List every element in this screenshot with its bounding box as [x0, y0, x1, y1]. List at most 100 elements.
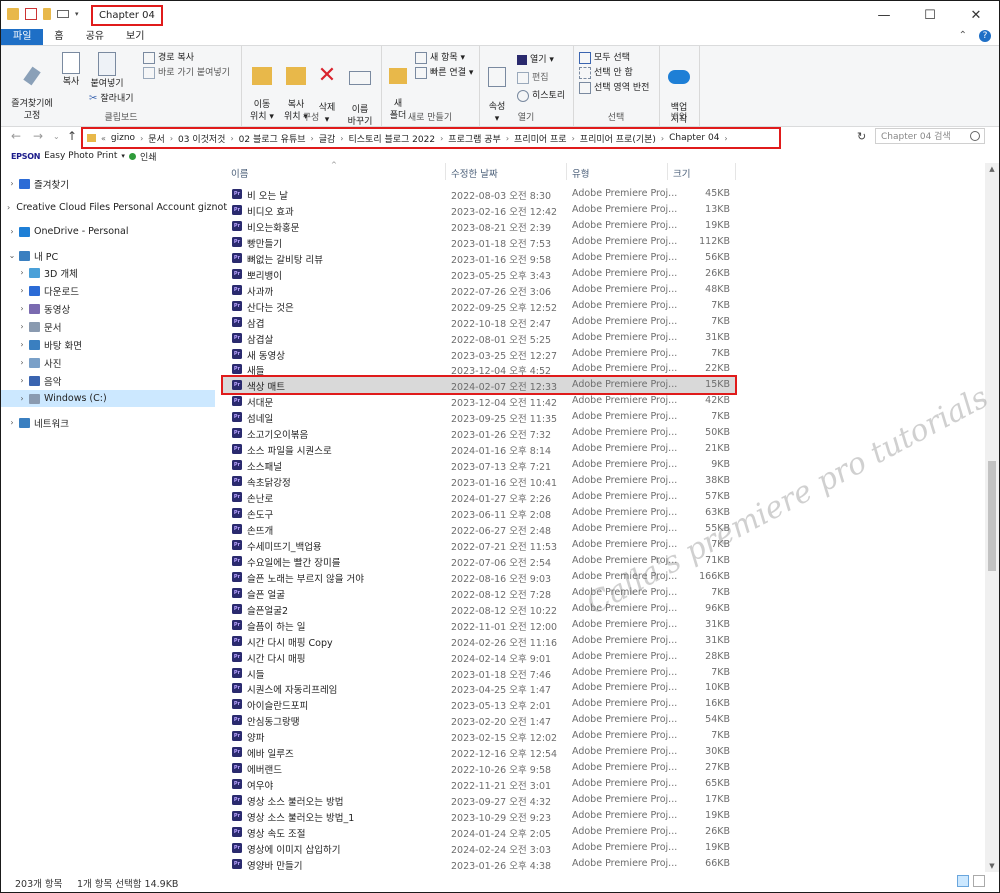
copy-button[interactable]: 복사	[57, 52, 85, 88]
file-row[interactable]: Pr 속초닭강정 2023-01-16 오전 10:41 Adobe Premiere…	[223, 473, 735, 489]
expand-chevron-icon[interactable]: ›	[17, 304, 27, 313]
new-folder-icon[interactable]	[43, 8, 51, 20]
file-row[interactable]: Pr 비오는화홍문 2023-08-21 오전 2:39 Adobe Premiere…	[223, 218, 735, 234]
help-icon[interactable]: ?	[979, 30, 991, 42]
breadcrumb-item[interactable]: 프리미어 프로	[510, 132, 571, 145]
column-divider[interactable]	[667, 163, 668, 180]
scroll-thumb[interactable]	[988, 461, 996, 571]
file-row[interactable]: Pr 시간 다시 매핑 2024-02-14 오후 9:01 Adobe Premie…	[223, 649, 735, 665]
recent-dropdown-icon[interactable]: ⌄	[53, 132, 60, 141]
file-row[interactable]: Pr 슬픈얼굴2 2022-08-12 오전 10:22 Adobe Premiere…	[223, 601, 735, 617]
maximize-button[interactable]: ☐	[907, 1, 953, 29]
file-row[interactable]: Pr 새들 2023-12-04 오후 4:52 Adobe Premiere Pro…	[223, 361, 735, 377]
print-button[interactable]: 인쇄	[140, 150, 157, 163]
edit-button[interactable]: 편집	[517, 72, 549, 84]
select-all-button[interactable]: 모두 선택	[579, 52, 630, 64]
history-button[interactable]: 히스토리	[517, 90, 565, 102]
column-date[interactable]: 수정한 날짜	[451, 166, 498, 180]
expand-chevron-icon[interactable]: ›	[17, 358, 27, 367]
vertical-scrollbar[interactable]: ▲ ▼	[985, 163, 999, 872]
column-name[interactable]: 이름	[231, 166, 248, 180]
address-bar[interactable]: « gizno › 문서 › 03 이것저것 › 02 블로그 유튜브 › 글감 › 티스…	[81, 127, 781, 149]
nav-item[interactable]: › 즐겨찾기	[1, 175, 215, 192]
file-row[interactable]: Pr 새 동영상 2023-03-25 오전 12:27 Adobe Premiere…	[223, 346, 735, 362]
expand-chevron-icon[interactable]: ›	[17, 376, 27, 385]
overflow-icon[interactable]: «	[100, 134, 107, 143]
file-row[interactable]: Pr 영양바 만들기 2023-01-26 오후 4:38 Adobe Premier…	[223, 856, 735, 872]
minimize-button[interactable]: —	[861, 1, 907, 29]
file-row[interactable]: Pr 섬네일 2023-09-25 오전 11:35 Adobe Premiere P…	[223, 409, 735, 425]
breadcrumb-item[interactable]: 프리미어 프로(기본)	[576, 132, 660, 145]
qat-dropdown-icon[interactable]: ▾	[75, 10, 79, 18]
file-row[interactable]: Pr 빵만들기 2023-01-18 오전 7:53 Adobe Premiere P…	[223, 234, 735, 250]
file-row[interactable]: Pr 시퀀스에 자동리프레임 2023-04-25 오후 1:47 Adobe Pre…	[223, 680, 735, 696]
select-none-button[interactable]: 선택 안 함	[579, 67, 633, 79]
close-button[interactable]: ✕	[953, 1, 999, 29]
expand-chevron-icon[interactable]: ›	[7, 418, 17, 427]
open-button[interactable]: 열기 ▾	[517, 54, 554, 66]
file-row[interactable]: Pr 슬픔이 하는 일 2022-11-01 오전 12:00 Adobe Premi…	[223, 617, 735, 633]
file-row[interactable]: Pr 안심동그랑땡 2023-02-20 오전 1:47 Adobe Premiere…	[223, 712, 735, 728]
cut-button[interactable]: ✂ 잘라내기	[89, 93, 134, 105]
expand-chevron-icon[interactable]: ›	[17, 340, 27, 349]
expand-chevron-icon[interactable]: ›	[7, 203, 10, 212]
expand-chevron-icon[interactable]: ›	[17, 394, 27, 403]
column-type[interactable]: 유형	[572, 166, 589, 180]
file-row[interactable]: Pr 소고기오이볶음 2023-01-26 오전 7:32 Adobe Premier…	[223, 425, 735, 441]
file-row[interactable]: Pr 영상 소스 불러오는 방법_1 2023-10-29 오전 9:23 Adobe…	[223, 808, 735, 824]
invert-selection-button[interactable]: 선택 영역 반전	[579, 82, 649, 94]
column-divider[interactable]	[566, 163, 567, 180]
file-row[interactable]: Pr 색상 매트 2024-02-07 오전 12:33 Adobe Premiere…	[221, 375, 737, 396]
file-row[interactable]: Pr 수요일에는 빨간 장미를 2022-07-06 오전 2:54 Adobe Pr…	[223, 553, 735, 569]
nav-item[interactable]: › 문서	[1, 318, 215, 335]
tab-file[interactable]: 파일	[1, 29, 44, 45]
file-row[interactable]: Pr 비디오 효과 2023-02-16 오전 12:42 Adobe Premier…	[223, 202, 735, 218]
dropdown-icon[interactable]: ▾	[121, 152, 125, 160]
up-arrow-icon[interactable]: ↑	[67, 129, 77, 143]
file-row[interactable]: Pr 서대문 2023-12-04 오전 11:42 Adobe Premiere P…	[223, 393, 735, 409]
breadcrumb-item[interactable]: 티스토리 블로그 2022	[345, 132, 440, 145]
column-divider[interactable]	[445, 163, 446, 180]
file-row[interactable]: Pr 영상 속도 조절 2024-01-24 오후 2:05 Adobe Premie…	[223, 824, 735, 840]
file-row[interactable]: Pr 손난로 2024-01-27 오후 2:26 Adobe Premiere Pr…	[223, 489, 735, 505]
nav-item[interactable]: › 다운로드	[1, 282, 215, 299]
chevron-right-icon[interactable]: ›	[723, 134, 728, 143]
new-item-button[interactable]: 새 항목 ▾	[415, 52, 465, 64]
nav-item[interactable]: › Creative Cloud Files Personal Account g…	[1, 199, 227, 216]
properties-check-icon[interactable]	[25, 8, 37, 20]
file-row[interactable]: Pr 아이슬란드포피 2023-05-13 오후 2:01 Adobe Premier…	[223, 696, 735, 712]
nav-item[interactable]: › 음악	[1, 372, 215, 389]
file-row[interactable]: Pr 삼겹살 2022-08-01 오전 5:25 Adobe Premiere Pr…	[223, 330, 735, 346]
search-input[interactable]: Chapter 04 검색	[875, 128, 985, 144]
nav-item[interactable]: › 바탕 화면	[1, 336, 215, 353]
file-row[interactable]: Pr 영상 소스 불러오는 방법 2023-09-27 오전 4:32 Adobe P…	[223, 792, 735, 808]
back-arrow-icon[interactable]: ←	[11, 129, 21, 143]
file-row[interactable]: Pr 슬픈 노래는 부르지 않을 거야 2022-08-16 오전 9:03 Adob…	[223, 569, 735, 585]
file-row[interactable]: Pr 에바 일루즈 2022-12-16 오후 12:54 Adobe Premier…	[223, 744, 735, 760]
file-row[interactable]: Pr 산다는 것은 2022-09-25 오후 12:52 Adobe Premier…	[223, 298, 735, 314]
expand-chevron-icon[interactable]: ⌄	[7, 251, 17, 260]
scroll-up-icon[interactable]: ▲	[985, 165, 999, 173]
expand-chevron-icon[interactable]: ›	[17, 322, 27, 331]
paste-shortcut-button[interactable]: 바로 가기 붙여넣기	[143, 67, 230, 79]
file-row[interactable]: Pr 시들 2023-01-18 오전 7:46 Adobe Premiere Pro…	[223, 665, 735, 681]
nav-item[interactable]: › 사진	[1, 354, 215, 371]
file-row[interactable]: Pr 수세미뜨기_백업용 2022-07-21 오전 11:53 Adobe Prem…	[223, 537, 735, 553]
file-row[interactable]: Pr 영상에 이미지 삽입하기 2024-02-24 오전 3:03 Adobe Pr…	[223, 840, 735, 856]
file-row[interactable]: Pr 양파 2023-02-15 오후 12:02 Adobe Premiere Pr…	[223, 728, 735, 744]
file-row[interactable]: Pr 슬픈 얼굴 2022-08-12 오전 7:28 Adobe Premiere …	[223, 585, 735, 601]
expand-chevron-icon[interactable]: ›	[7, 227, 17, 236]
tab-view[interactable]: 보기	[115, 29, 155, 45]
breadcrumb-item[interactable]: 글감	[315, 132, 340, 145]
file-row[interactable]: Pr 손뜨개 2022-06-27 오전 2:48 Adobe Premiere Pr…	[223, 521, 735, 537]
ribbon-collapse-icon[interactable]: ⌃	[959, 30, 967, 42]
expand-chevron-icon[interactable]: ›	[17, 268, 27, 277]
file-row[interactable]: Pr 시간 다시 매핑 Copy 2024-02-26 오전 11:16 Adobe …	[223, 633, 735, 649]
breadcrumb-item[interactable]: 문서	[144, 132, 169, 145]
column-divider[interactable]	[735, 163, 736, 180]
column-size[interactable]: 크기	[673, 166, 690, 180]
tab-home[interactable]: 홈	[43, 29, 74, 45]
file-row[interactable]: Pr 뽀리뱅이 2023-05-25 오후 3:43 Adobe Premiere P…	[223, 266, 735, 282]
nav-item[interactable]: › 동영상	[1, 300, 215, 317]
file-row[interactable]: Pr 삼겹 2022-10-18 오전 2:47 Adobe Premiere Pro…	[223, 314, 735, 330]
